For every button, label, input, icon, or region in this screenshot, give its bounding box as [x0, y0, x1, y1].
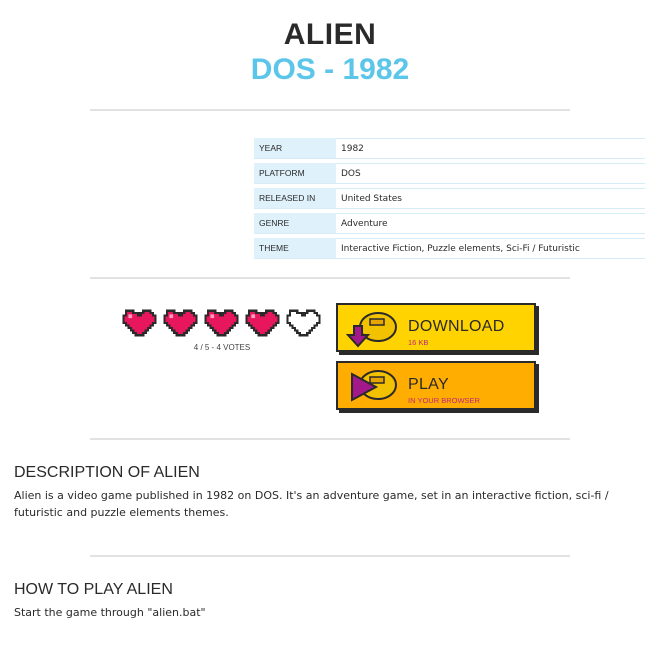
description-heading: DESCRIPTION OF ALIEN [14, 464, 200, 481]
heart-empty-icon[interactable] [285, 308, 322, 338]
votes-text: 4 / 5 - 4 VOTES [193, 343, 251, 352]
game-subtitle: DOS - 1982 [250, 53, 410, 86]
info-row-year: YEAR 1982 [254, 138, 645, 159]
info-value: 1982 [336, 138, 645, 159]
heart-filled-icon[interactable] [244, 308, 281, 338]
play-button[interactable]: PLAY IN YOUR BROWSER [336, 361, 536, 410]
description-text: Alien is a video game published in 1982 … [14, 489, 609, 519]
download-button[interactable]: DOWNLOAD 16 KB [336, 303, 536, 352]
divider [90, 109, 570, 111]
info-row-released: RELEASED IN United States [254, 188, 645, 209]
download-disc-icon [346, 312, 397, 348]
info-value: Interactive Fiction, Puzzle elements, Sc… [336, 238, 645, 259]
info-value: United States [336, 188, 645, 209]
heart-filled-icon[interactable] [162, 308, 199, 338]
howto-heading: HOW TO PLAY ALIEN [14, 581, 173, 598]
info-key: RELEASED IN [254, 188, 336, 209]
play-label: PLAY [408, 376, 449, 393]
info-row-genre: GENRE Adventure [254, 213, 645, 234]
play-disc-icon [351, 370, 397, 402]
divider [90, 555, 570, 557]
heart-filled-icon[interactable] [203, 308, 240, 338]
play-sub: IN YOUR BROWSER [408, 396, 480, 405]
game-title: ALIEN [283, 18, 377, 51]
info-key: THEME [254, 238, 336, 259]
divider [90, 277, 570, 279]
info-row-theme: THEME Interactive Fiction, Puzzle elemen… [254, 238, 645, 259]
heart-filled-icon[interactable] [121, 308, 158, 338]
info-key: PLATFORM [254, 163, 336, 184]
info-key: YEAR [254, 138, 336, 159]
download-size: 16 KB [408, 338, 429, 347]
info-row-platform: PLATFORM DOS [254, 163, 645, 184]
divider [90, 438, 570, 440]
info-table: YEAR 1982 PLATFORM DOS RELEASED IN Unite… [254, 134, 645, 263]
rating-hearts[interactable] [121, 308, 322, 338]
info-value: DOS [336, 163, 645, 184]
info-value: Adventure [336, 213, 645, 234]
howto-text: Start the game through "alien.bat" [14, 606, 206, 619]
info-key: GENRE [254, 213, 336, 234]
download-label: DOWNLOAD [408, 318, 505, 335]
